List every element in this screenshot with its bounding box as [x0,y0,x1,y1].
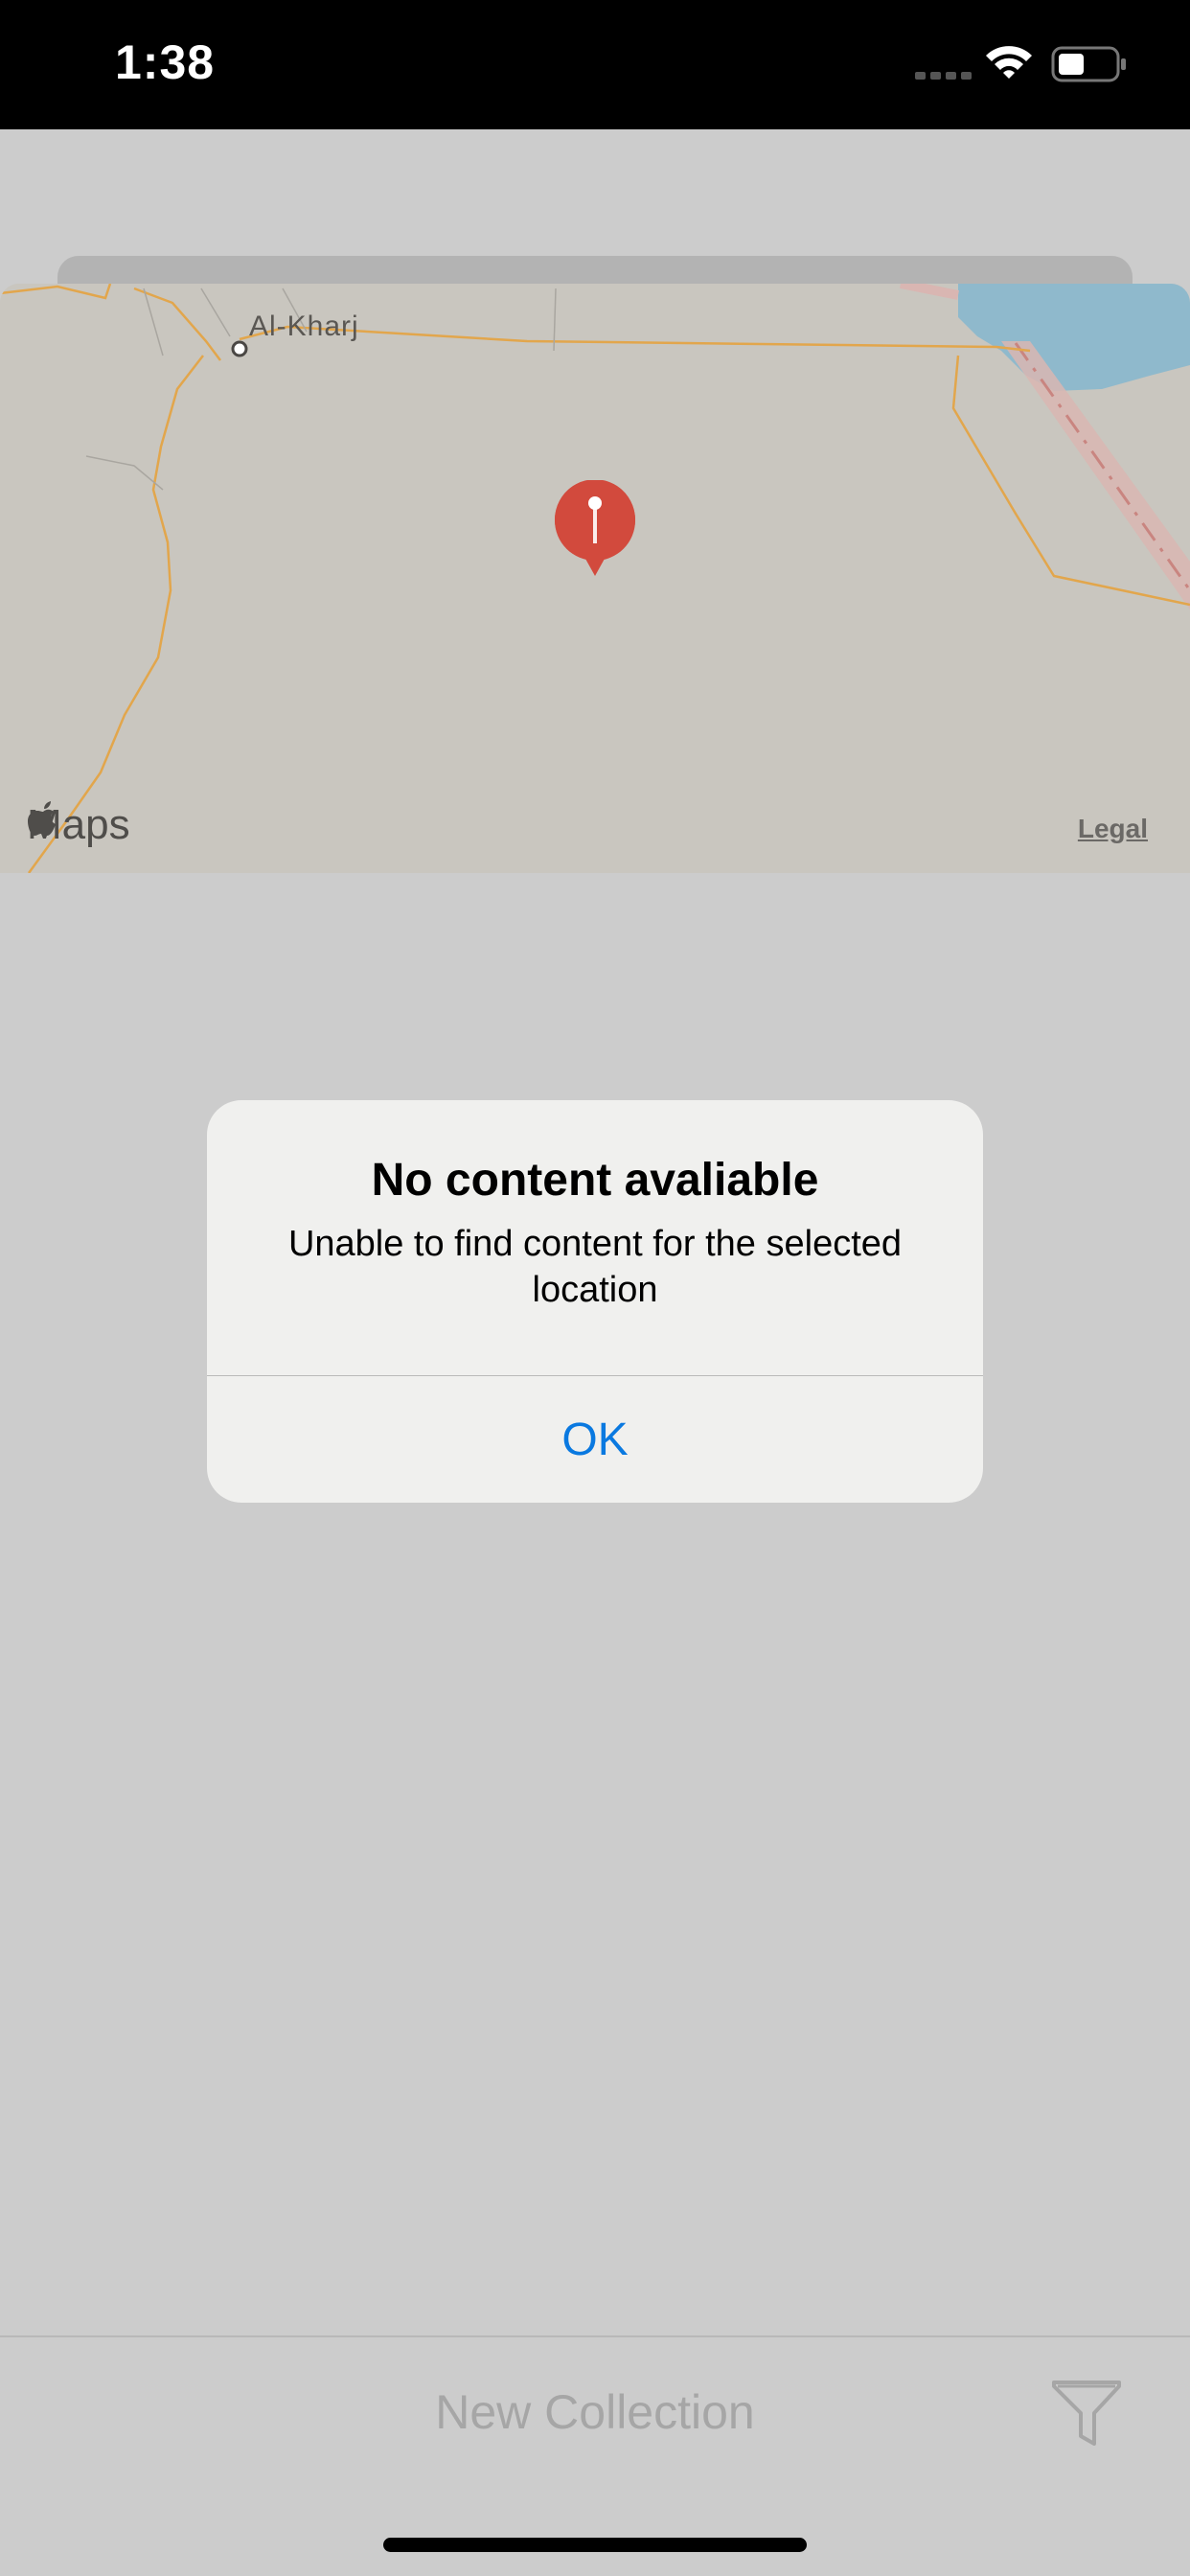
apple-logo-icon [28,801,56,836]
wifi-icon [986,46,1032,79]
battery-icon [1051,46,1126,82]
alert-ok-button[interactable]: OK [207,1376,983,1503]
apple-maps-attribution: Maps [27,801,130,849]
legal-link[interactable]: Legal [1078,814,1148,844]
map-city-label: Al-Kharj [249,310,359,342]
alert-dialog: No content avaliable Unable to find cont… [207,1100,983,1503]
status-time: 1:38 [115,35,216,89]
map-pin-icon[interactable] [551,480,639,586]
filter-funnel-icon[interactable] [1050,2377,1123,2450]
toolbar-divider [0,2335,1190,2337]
status-bar: 1:38 [0,0,1190,129]
new-collection-button[interactable]: New Collection [0,2384,1190,2440]
map-view[interactable]: Al-Kharj Maps Legal [0,284,1190,873]
alert-message: Unable to find content for the selected … [287,1224,903,1310]
cellular-signal-icon [915,72,972,80]
alert-title: No content avaliable [371,1155,819,1206]
home-indicator[interactable] [383,2538,807,2552]
